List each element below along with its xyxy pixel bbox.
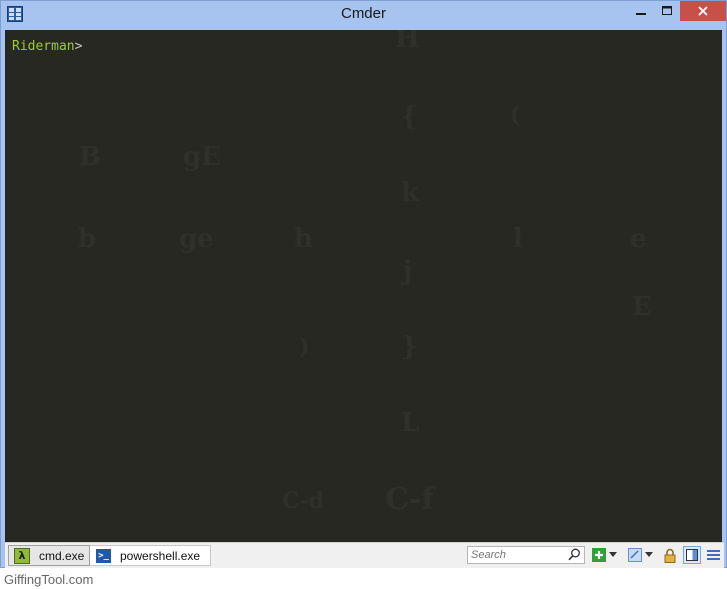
lambda-icon: λ bbox=[14, 547, 30, 564]
watermark-glyph: b bbox=[78, 224, 97, 254]
watermark-glyph: ge bbox=[179, 224, 214, 254]
maximize-icon bbox=[662, 6, 672, 15]
watermark-glyph: ) bbox=[299, 334, 310, 360]
watermark-glyph: h bbox=[294, 224, 313, 254]
new-console-button[interactable] bbox=[591, 547, 607, 563]
command-prompt[interactable]: Riderman> bbox=[12, 39, 82, 54]
watermark-glyph: H bbox=[395, 30, 420, 54]
powershell-icon: >_ bbox=[96, 548, 111, 563]
split-view-button[interactable] bbox=[683, 546, 701, 564]
split-view-icon bbox=[686, 549, 698, 561]
settings-dropdown[interactable] bbox=[644, 547, 654, 563]
prompt-symbol: > bbox=[74, 39, 83, 54]
status-bar: λ cmd.exe >_ powershell.exe bbox=[5, 542, 724, 568]
chevron-down-icon bbox=[645, 552, 653, 557]
watermark-glyph: { bbox=[401, 102, 418, 132]
close-icon bbox=[698, 6, 708, 16]
watermark-glyph: j bbox=[403, 256, 413, 286]
watermark-glyph: gE bbox=[183, 142, 221, 172]
plus-icon bbox=[592, 548, 606, 562]
menu-button[interactable] bbox=[705, 547, 721, 563]
new-console-dropdown[interactable] bbox=[608, 547, 618, 563]
maximize-button[interactable] bbox=[654, 1, 680, 21]
tab-cmd[interactable]: λ cmd.exe bbox=[8, 545, 90, 566]
tab-powershell[interactable]: >_ powershell.exe bbox=[90, 545, 211, 566]
tab-label: powershell.exe bbox=[120, 548, 201, 563]
console-area[interactable]: H { ( B gE k b ge h l e j E ) } L C-d C-… bbox=[5, 30, 722, 542]
window-title: Cmder bbox=[340, 5, 386, 22]
watermark-glyph: C-f bbox=[385, 482, 435, 517]
minimize-icon bbox=[636, 13, 646, 15]
prompt-user: Riderman bbox=[12, 39, 75, 54]
settings-button[interactable] bbox=[627, 547, 643, 563]
watermark-glyph: L bbox=[401, 408, 420, 438]
watermark-glyph: l bbox=[513, 224, 523, 254]
giffingtool-watermark: GiffingTool.com bbox=[4, 572, 94, 587]
lock-icon bbox=[664, 548, 676, 563]
watermark-glyph: B bbox=[79, 142, 101, 172]
watermark-glyph: ( bbox=[510, 102, 521, 128]
minimize-button[interactable] bbox=[628, 1, 654, 21]
watermark-glyph: C-d bbox=[282, 488, 325, 514]
chevron-down-icon bbox=[609, 552, 617, 557]
watermark-glyph: E bbox=[632, 292, 652, 322]
watermark-glyph: e bbox=[630, 224, 647, 254]
close-button[interactable] bbox=[680, 1, 726, 21]
search-input[interactable] bbox=[471, 548, 563, 562]
watermark-glyph: } bbox=[401, 332, 418, 362]
hamburger-menu-icon bbox=[706, 550, 720, 560]
lock-button[interactable] bbox=[662, 547, 678, 563]
cmder-window: Cmder H { ( B gE k b ge h l e j E ) } L … bbox=[0, 0, 727, 568]
tab-label: cmd.exe bbox=[39, 548, 85, 563]
search-box[interactable] bbox=[467, 546, 585, 564]
settings-icon bbox=[628, 548, 642, 562]
search-icon[interactable] bbox=[568, 548, 581, 561]
title-bar[interactable]: Cmder bbox=[1, 1, 726, 30]
watermark-glyph: k bbox=[401, 178, 420, 208]
